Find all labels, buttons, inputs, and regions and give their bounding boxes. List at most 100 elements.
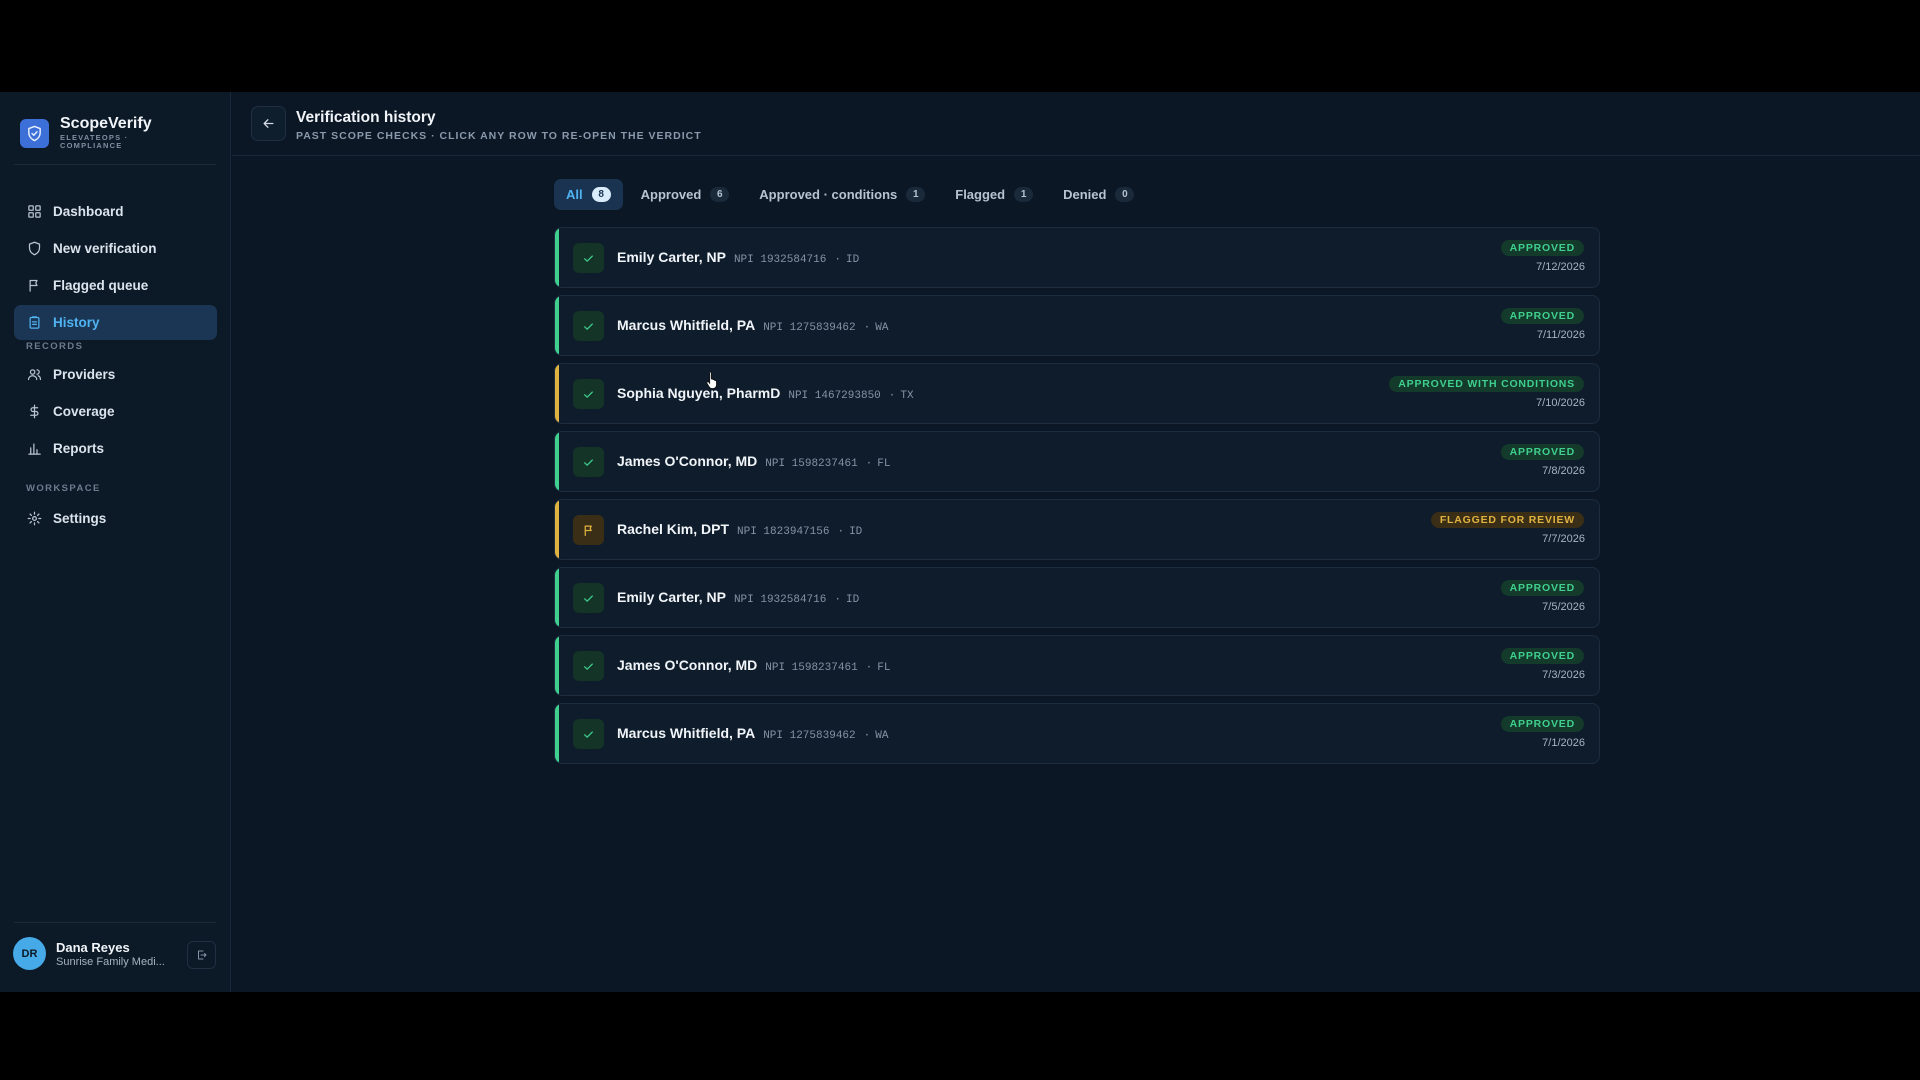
tab-approved-conditions[interactable]: Approved · conditions 1 [747,179,937,210]
npi: NPI 1275839462 [763,322,856,334]
sidebar-item-dashboard[interactable]: Dashboard [14,194,217,229]
provider-name-text: James O'Connor, MD [617,657,758,673]
dollar-icon [30,404,39,419]
user-name: Dana Reyes [56,939,130,955]
sidebar-item-flagged-queue[interactable]: Flagged queue [14,268,217,303]
flag-icon [573,515,604,545]
tab-label: Approved · conditions [759,187,898,202]
history-row[interactable]: James O'Connor, MD NPI 1598237461 · FL APPR… [554,635,1600,696]
tab-approved[interactable]: Approved 6 [629,179,742,210]
check-icon [573,379,604,409]
sidebar-item-history[interactable]: History [14,305,217,340]
divider [14,922,216,923]
status-badge: FLAGGED FOR REVIEW [1430,512,1584,528]
status-bar [555,296,559,355]
provider-name: Emily Carter, NP NPI 1932584716 · ID [617,249,859,266]
separator: · [863,322,871,334]
sidebar-item-label: Reports [53,441,105,456]
sidebar-item-label: Flagged queue [53,278,149,293]
separator: · [865,458,873,470]
history-row[interactable]: Marcus Whitfield, PA NPI 1275839462 · WA AP… [554,703,1600,764]
status-bar [555,500,559,559]
verification-date: 7/1/2026 [1542,737,1585,749]
arrow-left-icon [263,119,274,128]
brand-subtitle: ELEVATEOPS · COMPLIANCE [60,133,129,150]
grid-icon [28,205,41,218]
separator: · [888,390,896,402]
provider-name: Rachel Kim, DPT NPI 1823947156 · ID [617,521,862,538]
back-button[interactable] [251,106,286,141]
status-badge: APPROVED [1500,648,1584,664]
sidebar-item-label: History [53,315,100,330]
separator: · [834,594,841,606]
tab-denied[interactable]: Denied 0 [1051,179,1146,210]
sidebar-item-reports[interactable]: Reports [14,431,217,466]
npi: NPI 1275839462 [763,730,856,742]
status-bar [555,432,559,491]
provider-name: James O'Connor, MD NPI 1598237461 · FL [617,453,890,470]
page-title: Verification history [296,109,436,126]
sidebar-item-new-verification[interactable]: New verification [14,231,217,266]
user-profile[interactable]: DR Dana Reyes Sunrise Family Medi... [13,937,174,970]
check-icon [573,311,604,341]
verification-date: 7/8/2026 [1542,465,1585,477]
section-heading-workspace: WORKSPACE [26,483,101,494]
status-badge: APPROVED [1500,240,1584,256]
user-org: Sunrise Family Medi... [56,955,165,968]
state: WA [875,322,889,334]
sidebar-item-label: Coverage [53,404,115,419]
filter-tabs: All 8 Approved 6 Approved · conditions 1… [554,179,1152,210]
tab-count: 1 [1014,187,1034,202]
page-subtitle: PAST SCOPE CHECKS · CLICK ANY ROW TO RE-… [296,130,702,142]
bar-chart-icon [28,443,41,455]
history-row[interactable]: James O'Connor, MD NPI 1598237461 · FL APPR… [554,431,1600,492]
provider-name: Emily Carter, NP NPI 1932584716 · ID [617,589,859,606]
separator: · [865,662,873,674]
tab-label: All [566,187,583,202]
state: FL [877,458,891,470]
shield-icon [28,241,41,256]
verification-date: 7/11/2026 [1536,329,1585,341]
state: WA [875,730,889,742]
history-row[interactable]: Marcus Whitfield, PA NPI 1275839462 · WA AP… [554,295,1600,356]
status-bar [555,568,559,627]
sidebar-item-providers[interactable]: Providers [14,357,217,392]
status-badge: APPROVED [1500,716,1584,732]
logout-button[interactable] [187,941,216,969]
divider [14,164,216,165]
npi: NPI 1598237461 [765,458,858,470]
status-badge: APPROVED [1500,580,1584,596]
provider-name: Marcus Whitfield, PA NPI 1275839462 · WA [617,317,888,334]
tab-all[interactable]: All 8 [554,179,623,210]
separator: · [837,526,845,538]
verification-date: 7/12/2026 [1536,261,1585,273]
verification-date: 7/10/2026 [1536,397,1585,409]
verification-date: 7/7/2026 [1542,533,1585,545]
provider-name-text: Sophia Nguyen, PharmD [617,385,781,401]
provider-name-text: Emily Carter, NP [617,249,726,265]
npi: NPI 1467293850 [788,390,881,402]
section-heading-records: RECORDS [26,341,84,352]
tab-count: 8 [591,187,611,202]
check-icon [573,583,604,613]
brand[interactable]: ScopeVerify ELEVATEOPS · COMPLIANCE [20,116,152,150]
check-icon [573,651,604,681]
sidebar-item-coverage[interactable]: Coverage [14,394,217,429]
tab-count: 6 [710,187,730,202]
history-row[interactable]: Rachel Kim, DPT NPI 1823947156 · ID FLAGGED… [554,499,1600,560]
history-row[interactable]: Emily Carter, NP NPI 1932584716 · ID APPROV… [554,227,1600,288]
status-badge: APPROVED [1500,444,1584,460]
separator: · [863,730,871,742]
provider-name-text: Marcus Whitfield, PA [617,317,756,333]
status-badge: APPROVED WITH CONDITIONS [1389,376,1584,392]
sidebar: ScopeVerify ELEVATEOPS · COMPLIANCE Dash… [0,92,231,992]
app-window: ScopeVerify ELEVATEOPS · COMPLIANCE Dash… [0,92,1920,992]
gear-icon [27,511,42,526]
state: ID [845,254,860,266]
tab-flagged[interactable]: Flagged 1 [943,179,1045,210]
avatar: DR [13,937,46,970]
history-row[interactable]: Emily Carter, NP NPI 1932584716 · ID APPROV… [554,567,1600,628]
shield-check-icon [20,118,49,148]
tab-count: 1 [906,187,926,202]
sidebar-item-settings[interactable]: Settings [14,501,217,536]
